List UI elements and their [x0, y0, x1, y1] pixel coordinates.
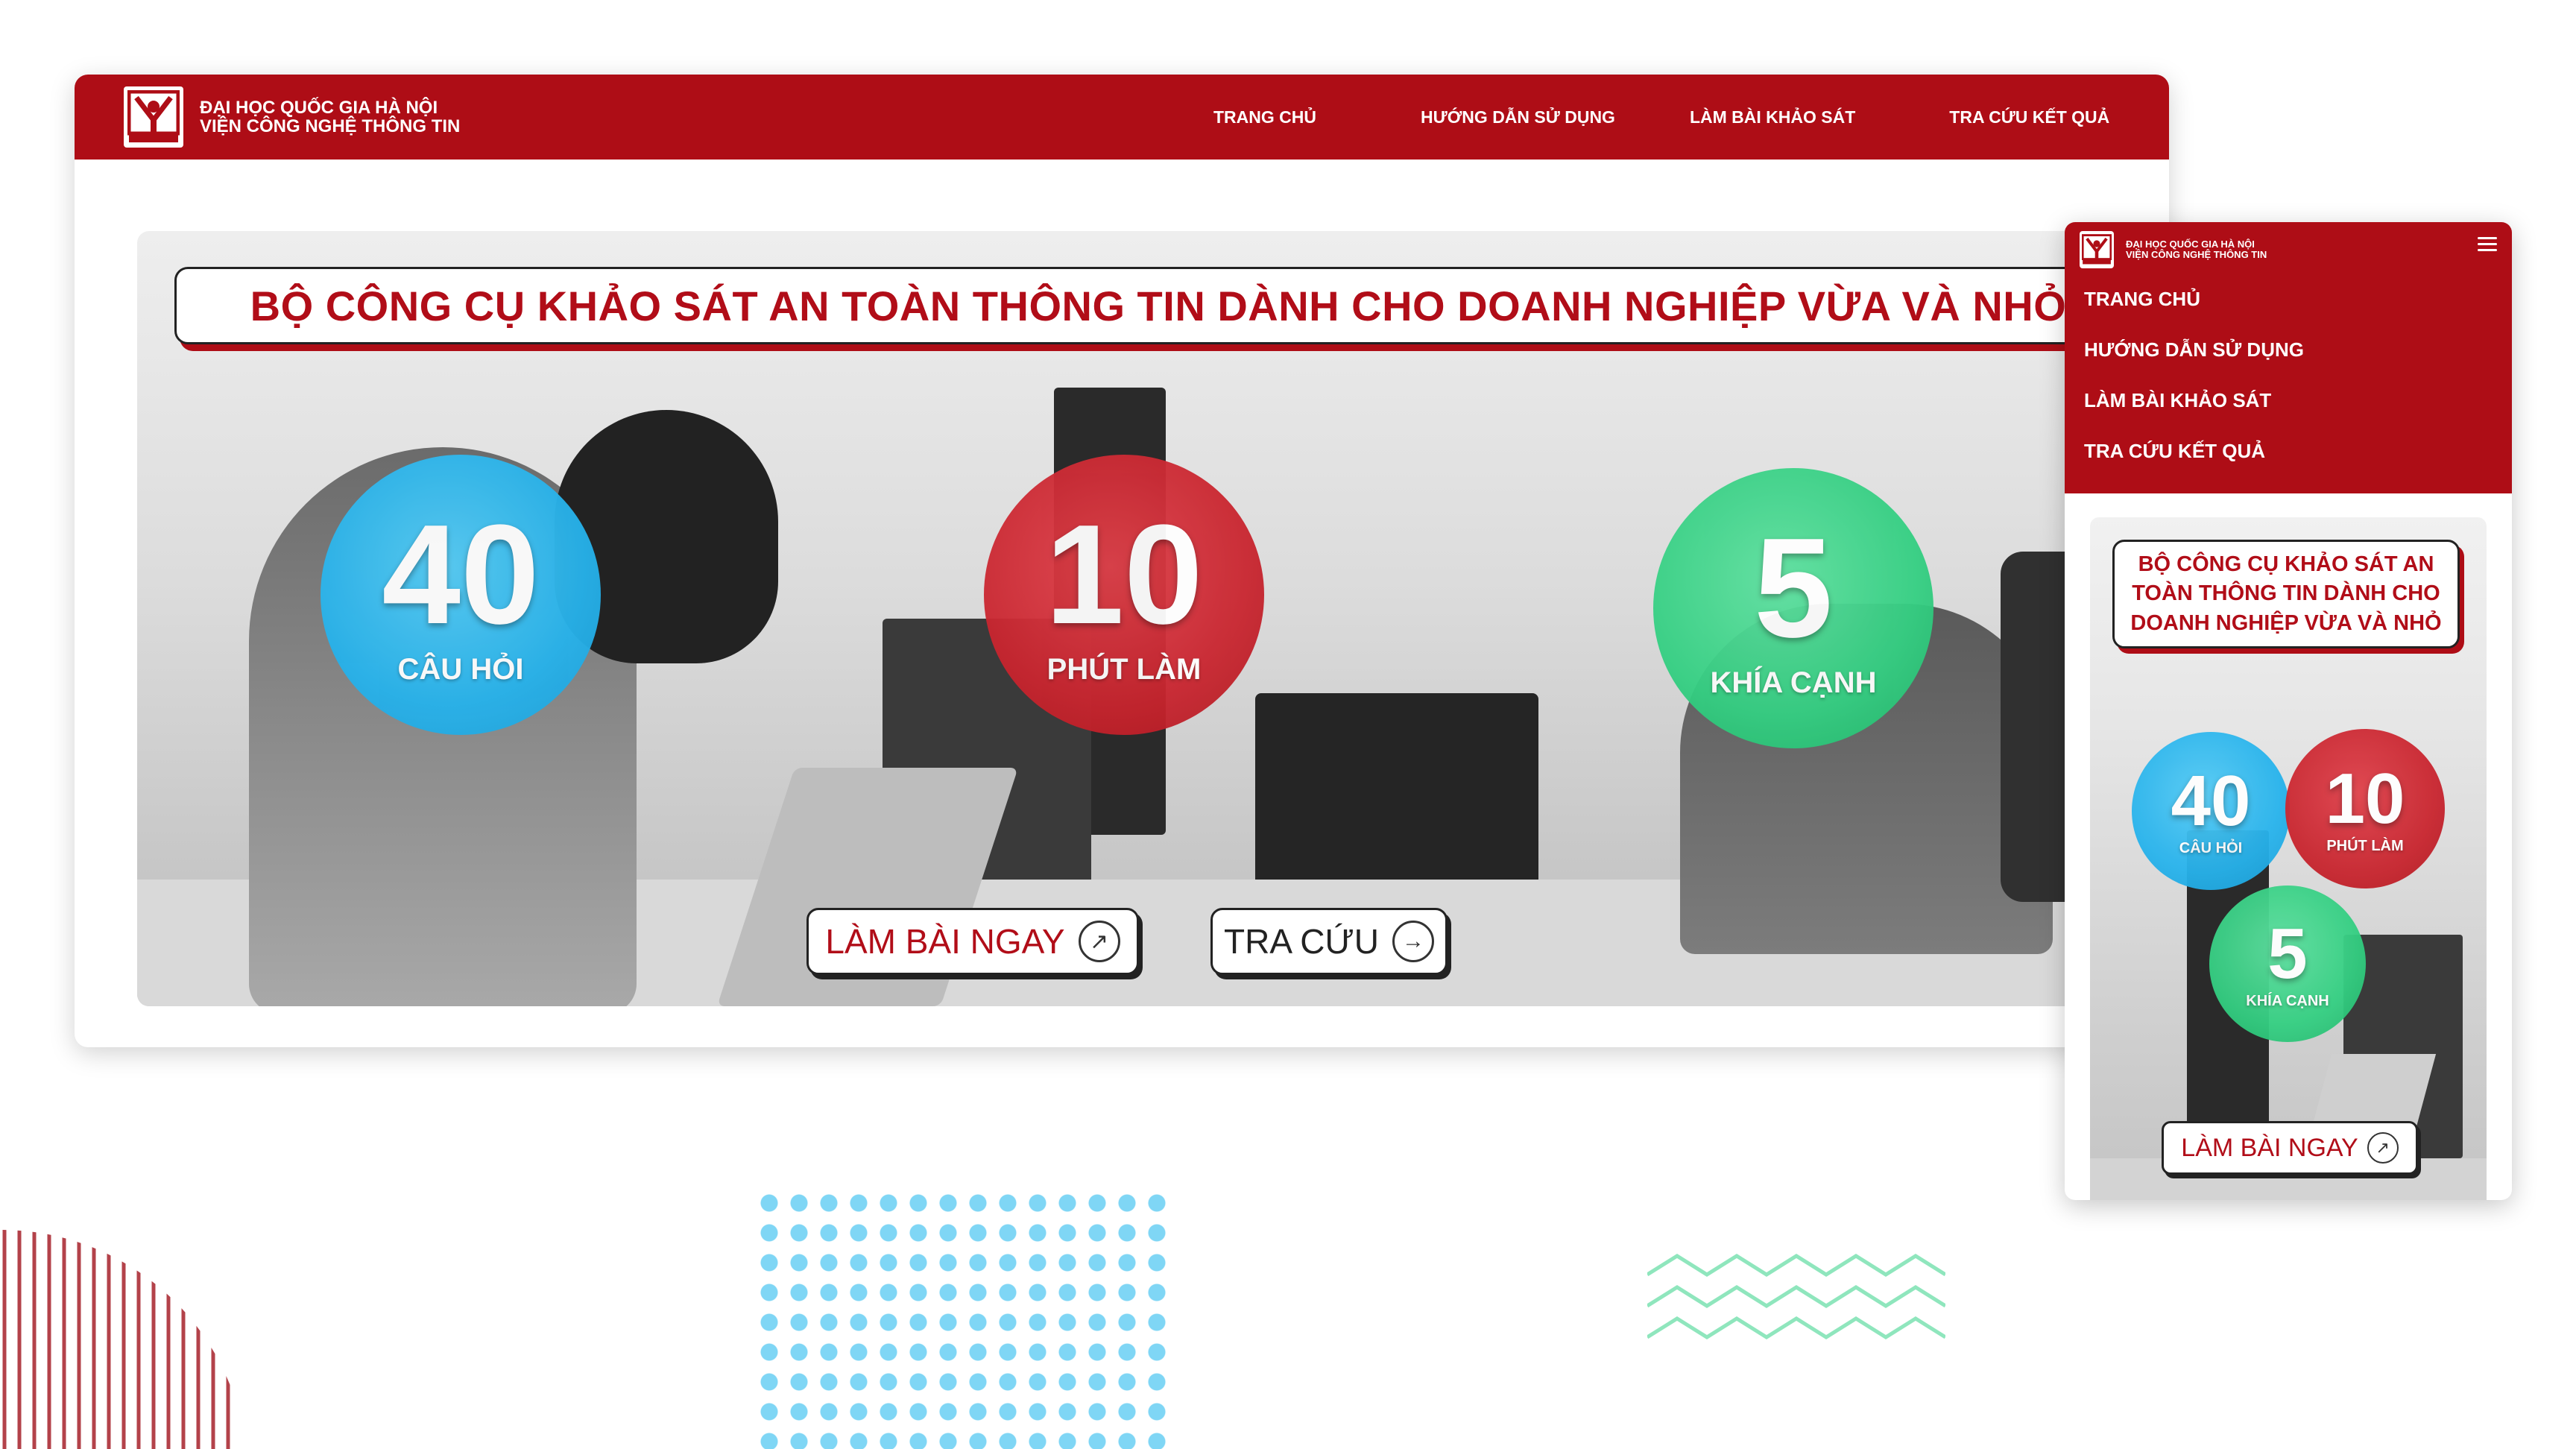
mobile-stat-aspects: 5 KHÍA CẠNH: [2209, 886, 2366, 1042]
stat-label: PHÚT LÀM: [2326, 837, 2404, 854]
lookup-label: TRA CỨU: [1224, 922, 1379, 961]
mobile-hero-title: BỘ CÔNG CỤ KHẢO SÁT AN TOÀN THÔNG TIN DÀ…: [2130, 552, 2442, 635]
start-survey-button[interactable]: LÀM BÀI NGAY ↗: [806, 908, 1139, 975]
stat-questions: 40 CÂU HỎI: [321, 455, 601, 735]
stat-label: CÂU HỎI: [397, 652, 524, 686]
mobile-header: ĐẠI HỌC QUỐC GIA HÀ NỘI VIỆN CÔNG NGHỆ T…: [2065, 222, 2512, 493]
desktop-navbar: ĐẠI HỌC QUỐC GIA HÀ NỘI VIỆN CÔNG NGHỆ T…: [75, 75, 2169, 160]
stat-number: 5: [1754, 508, 1833, 667]
institute-logo-icon: [2080, 231, 2114, 268]
hamburger-icon[interactable]: [2478, 237, 2497, 255]
hero-title: BỘ CÔNG CỤ KHẢO SÁT AN TOÀN THÔNG TIN DÀ…: [250, 282, 2067, 329]
stat-label: CÂU HỎI: [2179, 839, 2243, 856]
stat-label: PHÚT LÀM: [1046, 652, 1202, 686]
start-survey-label: LÀM BÀI NGAY: [825, 922, 1065, 961]
mobile-mockup: ĐẠI HỌC QUỐC GIA HÀ NỘI VIỆN CÔNG NGHỆ T…: [2065, 222, 2512, 1200]
stat-number: 40: [382, 495, 540, 654]
arrow-right-icon: →: [1392, 921, 1434, 962]
mobile-brand-logo[interactable]: ĐẠI HỌC QUỐC GIA HÀ NỘI VIỆN CÔNG NGHỆ T…: [2080, 231, 2267, 268]
stat-minutes: 10 PHÚT LÀM: [984, 455, 1264, 735]
mobile-nav-item-take-survey[interactable]: LÀM BÀI KHẢO SÁT: [2084, 389, 2304, 440]
logo-emblem-icon: [2082, 234, 2112, 265]
dot-pattern-decoration: [754, 1188, 1172, 1449]
stat-label: KHÍA CẠNH: [2246, 992, 2329, 1009]
brand-logo[interactable]: ĐẠI HỌC QUỐC GIA HÀ NỘI VIỆN CÔNG NGHỆ T…: [124, 86, 460, 148]
desktop-mockup: ĐẠI HỌC QUỐC GIA HÀ NỘI VIỆN CÔNG NGHỆ T…: [75, 75, 2169, 1047]
brand-line-2: VIỆN CÔNG NGHỆ THÔNG TIN: [2126, 249, 2267, 260]
mobile-nav-item-guide[interactable]: HƯỚNG DẪN SỬ DỤNG: [2084, 338, 2304, 389]
brand-name: ĐẠI HỌC QUỐC GIA HÀ NỘI VIỆN CÔNG NGHỆ T…: [200, 98, 460, 136]
lookup-button[interactable]: TRA CỨU →: [1210, 908, 1448, 975]
mobile-brand-name: ĐẠI HỌC QUỐC GIA HÀ NỘI VIỆN CÔNG NGHỆ T…: [2126, 239, 2267, 259]
stat-number: 5: [2267, 913, 2308, 994]
mobile-menu: TRANG CHỦ HƯỚNG DẪN SỬ DỤNG LÀM BÀI KHẢO…: [2084, 288, 2304, 490]
stat-number: 40: [2171, 760, 2251, 841]
stat-number: 10: [2325, 758, 2405, 839]
arrow-up-right-icon: ↗: [2367, 1132, 2399, 1164]
institute-logo-icon: [124, 86, 183, 148]
stat-aspects: 5 KHÍA CẠNH: [1653, 468, 1933, 748]
stat-number: 10: [1045, 495, 1203, 654]
hero-section: BỘ CÔNG CỤ KHẢO SÁT AN TOÀN THÔNG TIN DÀ…: [137, 231, 2105, 1006]
mobile-start-survey-label: LÀM BÀI NGAY: [2181, 1133, 2358, 1162]
mobile-nav-item-home[interactable]: TRANG CHỦ: [2084, 288, 2304, 338]
mobile-stat-questions: 40 CÂU HỎI: [2132, 732, 2290, 890]
zigzag-decoration: [1647, 1254, 1945, 1339]
mobile-hero-section: BỘ CÔNG CỤ KHẢO SÁT AN TOÀN THÔNG TIN DÀ…: [2090, 517, 2487, 1200]
mobile-hero-title-banner: BỘ CÔNG CỤ KHẢO SÁT AN TOÀN THÔNG TIN DÀ…: [2112, 540, 2460, 648]
brand-line-1: ĐẠI HỌC QUỐC GIA HÀ NỘI: [2126, 239, 2255, 250]
brand-line-2: VIỆN CÔNG NGHỆ THÔNG TIN: [200, 116, 461, 136]
nav-item-guide[interactable]: HƯỚNG DẪN SỬ DỤNG: [1421, 107, 1615, 127]
stat-label: KHÍA CẠNH: [1710, 666, 1877, 699]
striped-arc-decoration: [2, 1230, 230, 1449]
nav-item-home[interactable]: TRANG CHỦ: [1213, 107, 1316, 127]
logo-emblem-icon: [127, 90, 180, 142]
mobile-start-survey-button[interactable]: LÀM BÀI NGAY ↗: [2162, 1121, 2418, 1175]
mobile-nav-item-lookup-results[interactable]: TRA CỨU KẾT QUẢ: [2084, 440, 2304, 490]
mobile-stat-minutes: 10 PHÚT LÀM: [2285, 729, 2445, 888]
brand-line-1: ĐẠI HỌC QUỐC GIA HÀ NỘI: [200, 97, 438, 118]
desktop-menu: TRANG CHỦ HƯỚNG DẪN SỬ DỤNG LÀM BÀI KHẢO…: [1213, 75, 2109, 160]
arrow-up-right-icon: ↗: [1078, 921, 1120, 962]
nav-item-take-survey[interactable]: LÀM BÀI KHẢO SÁT: [1690, 107, 1855, 127]
hero-title-banner: BỘ CÔNG CỤ KHẢO SÁT AN TOÀN THÔNG TIN DÀ…: [174, 267, 2105, 344]
nav-item-lookup-results[interactable]: TRA CỨU KẾT QUẢ: [1949, 107, 2109, 127]
